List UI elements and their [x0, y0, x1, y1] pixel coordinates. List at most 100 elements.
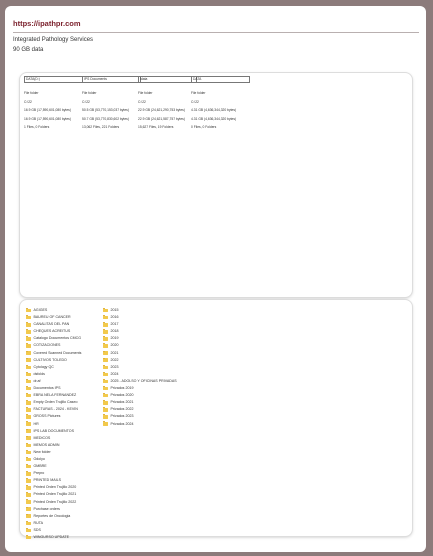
folder-name: 2025 - ADOLSO Y OFICINAS PRIVADAS: [110, 378, 177, 383]
folder-icon: [26, 357, 31, 362]
folder-item[interactable]: Privados 2024: [103, 421, 177, 428]
folder-item[interactable]: CANALITAS DEL PAN: [26, 321, 81, 328]
folder-icon: [103, 371, 108, 377]
folder-icon: [26, 435, 31, 441]
folder-item[interactable]: Printed Orden Trujillo 2022: [26, 499, 81, 506]
folder-item[interactable]: Odolyo: [26, 456, 81, 463]
folder-icon: [26, 520, 31, 526]
drive-path: C:\22: [191, 99, 199, 104]
site-url-link[interactable]: https://ipathpr.com: [13, 19, 81, 28]
folder-name: 2018: [110, 329, 119, 334]
header-divider: [13, 32, 419, 33]
folder-item[interactable]: 2019: [103, 335, 177, 342]
folder-item[interactable]: dsfolds: [26, 371, 81, 378]
folder-item[interactable]: AGIGES: [26, 307, 81, 314]
folder-item[interactable]: CULTIVOS TOLEDO: [26, 357, 81, 364]
folder-item[interactable]: GROSS Pictures: [26, 413, 81, 420]
drive-label: File folder: [82, 91, 97, 95]
folder-item[interactable]: Purchase orders: [26, 506, 81, 513]
drive-path: C:\22: [24, 99, 32, 104]
drive-size-on-disk: 22.9 GB (24,621,587,757 bytes): [138, 116, 185, 121]
folder-item[interactable]: Privados 2023: [103, 413, 177, 420]
folder-item[interactable]: Documentos IPS: [26, 385, 81, 392]
folder-item[interactable]: MEDICOS: [26, 435, 81, 442]
folder-name: OMBRE: [33, 464, 47, 469]
drive-name: DATA: [191, 76, 250, 83]
drive-capacity: 16.9 GB (17,590,601,080 bytes): [24, 108, 71, 112]
folder-name: BAUREU OF CANCER: [33, 315, 71, 320]
folder-item[interactable]: 2017: [103, 321, 177, 328]
folder-name: 2019: [110, 336, 119, 341]
folder-icon: [103, 315, 108, 320]
drive-path: C:\22: [82, 99, 90, 104]
folder-icon: [103, 414, 108, 419]
folder-item[interactable]: Cytology QC: [26, 364, 81, 371]
folder-item[interactable]: OMBRE: [26, 463, 81, 470]
folder-item[interactable]: Catalogo Documentos CMCG: [26, 335, 81, 342]
drive-size-on-disk: 16.9 GB (17,590,601,080 bytes): [24, 116, 71, 121]
folder-item[interactable]: MEMOS ADMIN: [26, 442, 81, 449]
folder-icon: [26, 350, 31, 355]
folder-icon: [26, 371, 31, 377]
folder-item[interactable]: Reportes de Oncologia: [26, 513, 81, 520]
folder-icon: [26, 364, 31, 370]
folder-item[interactable]: Prepro: [26, 470, 81, 477]
folder-item[interactable]: Privados 2022: [103, 406, 177, 413]
folder-name: 2016: [110, 315, 119, 320]
folder-icon: [103, 308, 108, 313]
folder-item[interactable]: 2020: [103, 342, 177, 349]
folder-item[interactable]: RUTA: [26, 520, 81, 527]
folder-item[interactable]: COTIZACIONES: [26, 342, 81, 349]
folder-item[interactable]: EBRA NELA FERNANDEZ: [26, 392, 81, 399]
folder-item[interactable]: dr.af: [26, 378, 81, 385]
folder-item[interactable]: SDS: [26, 527, 81, 534]
folder-icon: [103, 407, 108, 412]
folder-item[interactable]: Printed Orden Trujillo 2021: [26, 491, 81, 498]
folder-name: dr.af: [33, 378, 41, 383]
folder-item[interactable]: Covered Scanned Documents: [26, 350, 81, 357]
folder-item[interactable]: 2016: [103, 314, 177, 321]
folder-item[interactable]: 2025 - ADOLSO Y OFICINAS PRIVADAS: [103, 378, 177, 385]
folder-icon: [103, 322, 108, 327]
folder-icon: [26, 513, 31, 519]
folder-icon: [26, 414, 31, 419]
folder-item[interactable]: New folder: [26, 449, 81, 456]
drive-size-on-disk: 4.31 GB (4,636,344,320 bytes): [191, 116, 237, 121]
drive-capacity: 4.31 GB (4,636,344,320 bytes): [191, 108, 237, 112]
folder-icon: [26, 400, 31, 405]
folder-name: Purchase orders: [33, 506, 60, 511]
folder-item[interactable]: IPS LAB DOCUMENTOS: [26, 428, 81, 435]
folder-item[interactable]: 2018: [103, 328, 177, 335]
drive-size-on-disk: 50.7 GB (53,770,830,602 bytes): [82, 116, 129, 121]
folder-item[interactable]: Privados 2020: [103, 392, 177, 399]
folder-item[interactable]: BAUREU OF CANCER: [26, 314, 81, 321]
folder-item[interactable]: Printed Orden Trujillo 2020: [26, 484, 81, 491]
folder-item[interactable]: 2015: [103, 307, 177, 314]
folder-item[interactable]: FACTURAS - 2024 - KEVIN: [26, 406, 81, 413]
folder-item[interactable]: Privados 2019: [103, 385, 177, 392]
folder-name: 2022: [110, 357, 119, 362]
drive-contains: 1 Files, 0 Folders: [24, 125, 50, 129]
folder-item[interactable]: PRINTED MAILS: [26, 477, 81, 484]
folder-item[interactable]: 2024: [103, 371, 177, 378]
folder-icon: [26, 492, 31, 497]
folder-icon: [26, 386, 31, 391]
folder-item[interactable]: Empty Orden Trujillo Caseo: [26, 399, 81, 406]
folder-item[interactable]: CHEQUES ACREITUS: [26, 328, 81, 335]
drive-column: DATA File folder C:\22 4.31 GB (4,636,344,3…: [191, 76, 250, 132]
folder-name: 2017: [110, 322, 119, 327]
folder-name: AGIGES: [33, 308, 48, 312]
drive-name: DATA(D:): [24, 76, 83, 83]
folder-item[interactable]: 2021: [103, 350, 177, 357]
folder-icon: [26, 378, 31, 384]
folder-item[interactable]: 2023: [103, 364, 177, 371]
folder-item[interactable]: 2022: [103, 357, 177, 364]
folder-icon: [26, 393, 31, 398]
folder-item[interactable]: Privados 2021: [103, 399, 177, 406]
folder-item[interactable]: WINGURSO UPDATE: [26, 534, 81, 541]
drive-label: File folder: [138, 91, 153, 95]
folder-name: Covered Scanned Documents: [33, 350, 82, 355]
folder-icon: [26, 336, 31, 341]
folder-item[interactable]: HR: [26, 421, 81, 428]
folder-name: MEDICOS: [33, 435, 51, 440]
